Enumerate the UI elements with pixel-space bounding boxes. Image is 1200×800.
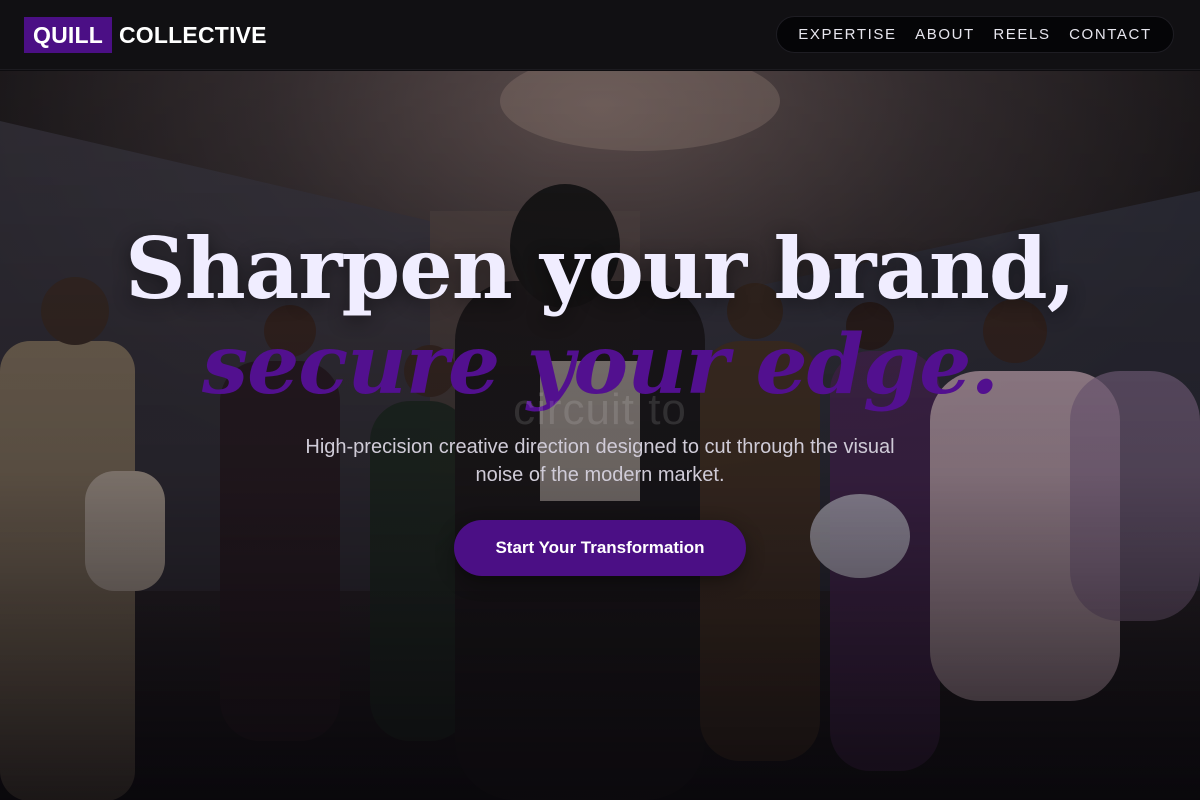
- brand-logo[interactable]: QUILL COLLECTIVE: [24, 17, 267, 53]
- nav-about[interactable]: ABOUT: [915, 26, 975, 43]
- hero-section: Sharpen your brand, secure your edge. ci…: [0, 71, 1200, 800]
- hero-description: High-precision creative direction design…: [305, 436, 895, 486]
- nav-expertise[interactable]: EXPERTISE: [798, 26, 896, 43]
- nav-reels[interactable]: REELS: [993, 26, 1050, 43]
- logo-wordmark: COLLECTIVE: [119, 21, 267, 48]
- start-transformation-button[interactable]: Start Your Transformation: [454, 520, 746, 576]
- hero-ghost-text: circuit to: [513, 385, 687, 434]
- nav-contact[interactable]: CONTACT: [1069, 26, 1152, 43]
- hero-headline: Sharpen your brand,: [125, 219, 1076, 318]
- logo-mark: QUILL: [24, 17, 112, 53]
- site-header: QUILL COLLECTIVE EXPERTISE ABOUT REELS C…: [0, 0, 1200, 70]
- main-nav: EXPERTISE ABOUT REELS CONTACT: [776, 16, 1174, 53]
